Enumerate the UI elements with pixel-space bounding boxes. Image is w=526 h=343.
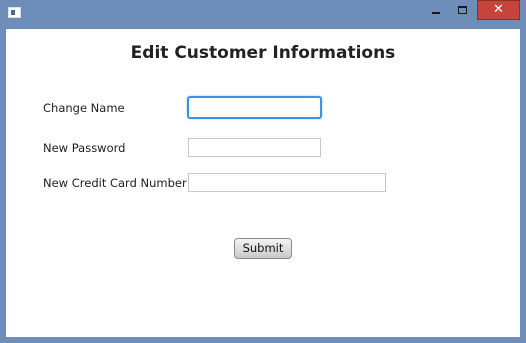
app-icon <box>8 7 21 18</box>
form-panel: Edit Customer Informations Change Name N… <box>6 29 520 337</box>
new-password-label: New Password <box>43 141 126 155</box>
submit-button[interactable]: Submit <box>234 238 292 259</box>
new-credit-card-input[interactable] <box>188 173 386 192</box>
change-name-label: Change Name <box>43 101 125 115</box>
minimize-button[interactable] <box>423 1 449 21</box>
close-button[interactable]: ✕ <box>477 0 520 20</box>
title-bar[interactable]: ✕ <box>0 0 526 29</box>
new-credit-card-label: New Credit Card Number <box>43 176 187 190</box>
form-title: Edit Customer Informations <box>130 43 396 63</box>
application-window: ✕ Edit Customer Informations Change Name… <box>0 0 526 343</box>
new-password-input[interactable] <box>188 138 321 157</box>
change-name-input[interactable] <box>187 96 322 119</box>
close-icon: ✕ <box>493 2 504 17</box>
maximize-button[interactable] <box>450 1 476 21</box>
